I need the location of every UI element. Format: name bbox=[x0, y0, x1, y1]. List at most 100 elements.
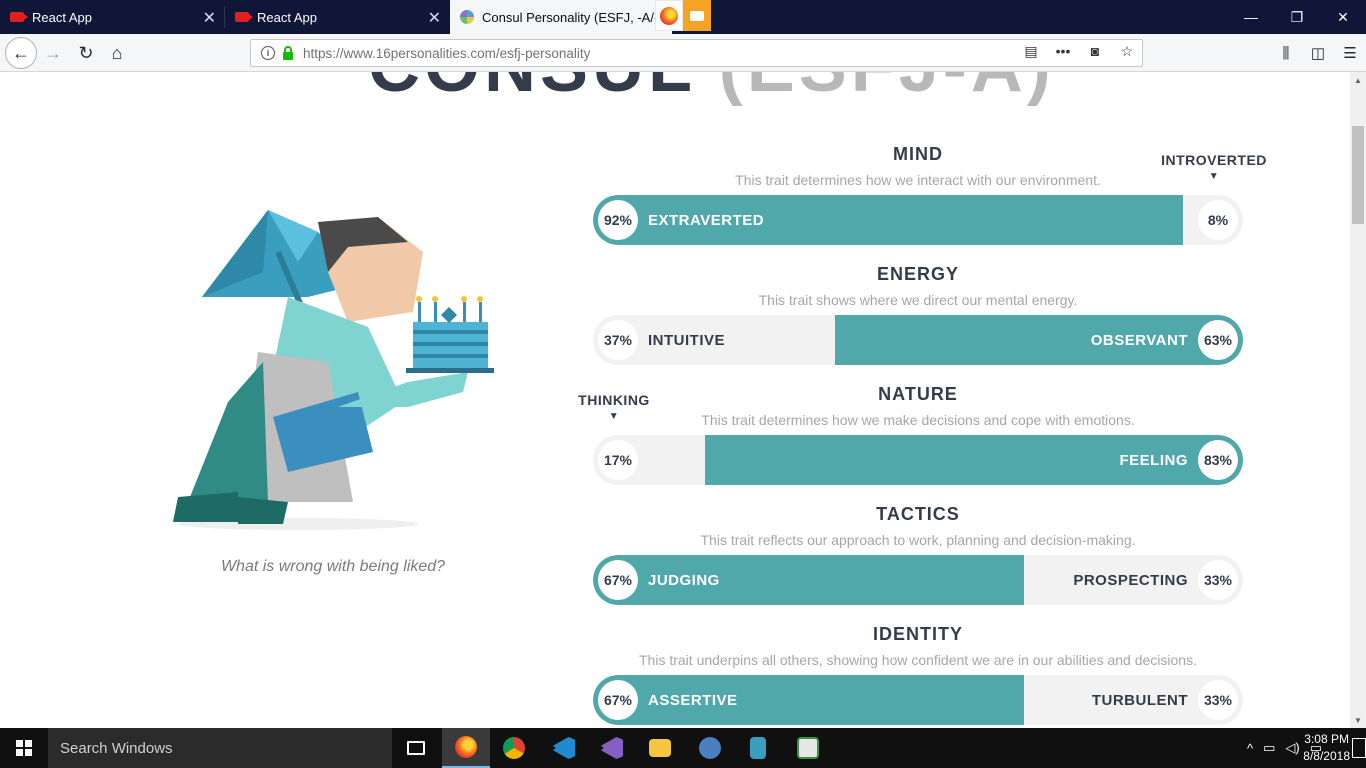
clock-date: 8/8/2018 bbox=[1303, 749, 1350, 763]
trait-label-left: EXTRAVERTED bbox=[648, 211, 765, 229]
trait-desc-tactics: This trait reflects our approach to work… bbox=[700, 532, 1136, 548]
info-icon[interactable]: i bbox=[261, 46, 275, 60]
firefox-icon[interactable] bbox=[655, 0, 683, 31]
tab-react-app-1[interactable]: React App ✕ bbox=[0, 0, 224, 34]
page-content: CONSUL (ESFJ-A) bbox=[0, 72, 1350, 728]
firefox-taskbar-icon[interactable] bbox=[442, 728, 490, 768]
scroll-thumb[interactable] bbox=[1352, 126, 1364, 224]
trait-label-right: TURBULENT bbox=[1091, 691, 1188, 709]
thunderbird-taskbar-icon[interactable] bbox=[686, 728, 734, 768]
task-view-icon[interactable] bbox=[392, 728, 440, 768]
close-icon[interactable]: ✕ bbox=[428, 8, 441, 28]
hamburger-menu-icon[interactable]: ☰ bbox=[1334, 38, 1366, 68]
window-controls: — ❐ ✕ bbox=[1228, 0, 1366, 34]
percent-badge-left: 92% bbox=[598, 200, 638, 240]
percent-badge-right: 63% bbox=[1198, 320, 1238, 360]
percent-badge-left: 67% bbox=[598, 680, 638, 720]
volume-icon[interactable]: ◁) bbox=[1285, 740, 1299, 756]
start-button[interactable] bbox=[0, 728, 48, 768]
trait-desc-identity: This trait underpins all others, showing… bbox=[639, 652, 1197, 668]
trait-bar-identity[interactable]: 67% ASSERTIVE TURBULENT 33% bbox=[593, 675, 1243, 725]
sidebar-icon[interactable]: ◫ bbox=[1302, 38, 1334, 68]
screen: React App ✕ React App ✕ Consul Personali… bbox=[0, 0, 1366, 768]
consul-illustration bbox=[173, 210, 494, 530]
windows-taskbar: Search Windows ^ ▭ ◁) ▭ 3:08 PM 8/8/2018 bbox=[0, 728, 1366, 768]
percent-badge-right: 33% bbox=[1198, 560, 1238, 600]
people-app-taskbar-icon[interactable] bbox=[734, 728, 782, 768]
clock-time: 3:08 PM bbox=[1304, 732, 1349, 746]
taskbar-search[interactable]: Search Windows bbox=[48, 728, 392, 768]
floating-app-icons bbox=[655, 0, 711, 31]
personality-quote: What is wrong with being liked? bbox=[220, 558, 446, 575]
scroll-up-arrow-icon[interactable]: ▲ bbox=[1350, 72, 1366, 88]
trait-label-right: OBSERVANT bbox=[1090, 331, 1188, 349]
bookmark-star-icon[interactable]: ☆ bbox=[1118, 43, 1136, 60]
trait-label-left: INTUITIVE bbox=[648, 331, 726, 349]
trait-desc-mind: This trait determines how we interact wi… bbox=[735, 172, 1101, 188]
close-icon[interactable]: ✕ bbox=[203, 8, 216, 28]
trait-title-mind: MIND bbox=[893, 144, 943, 164]
trait-desc-nature: This trait determines how we make decisi… bbox=[701, 412, 1135, 428]
trait-label-left: ASSERTIVE bbox=[648, 691, 738, 709]
vscode-taskbar-icon[interactable] bbox=[540, 728, 588, 768]
close-window-button[interactable]: ✕ bbox=[1320, 0, 1366, 34]
tab-label: React App bbox=[257, 9, 317, 25]
trait-label-left: JUDGING bbox=[648, 571, 720, 589]
video-camera-icon bbox=[10, 12, 28, 22]
network-icon[interactable]: ▭ bbox=[1263, 740, 1275, 756]
lock-icon bbox=[283, 45, 293, 60]
app-window-taskbar-icon[interactable] bbox=[784, 728, 832, 768]
chrome-taskbar-icon[interactable] bbox=[490, 728, 538, 768]
tab-consul-personality[interactable]: Consul Personality (ESFJ, -A/-T bbox=[450, 0, 672, 34]
trait-bar-nature[interactable]: 17% FEELING 83% bbox=[593, 435, 1243, 485]
home-icon[interactable]: ⌂ bbox=[102, 38, 132, 68]
back-arrow-icon[interactable]: ← bbox=[5, 37, 37, 69]
personality-type-code: (ESFJ-A) bbox=[719, 72, 1055, 107]
pocket-icon[interactable]: ◙ bbox=[1086, 43, 1104, 60]
personality-type-name: CONSUL bbox=[368, 72, 695, 107]
forward-arrow-icon[interactable]: → bbox=[38, 38, 68, 68]
percent-badge-left: 67% bbox=[598, 560, 638, 600]
percent-badge-right: 83% bbox=[1198, 440, 1238, 480]
windows-logo-icon bbox=[16, 740, 32, 756]
tab-react-app-2[interactable]: React App ✕ bbox=[225, 0, 449, 34]
video-camera-icon bbox=[235, 12, 253, 22]
address-bar[interactable]: i https://www.16personalities.com/esfj-p… bbox=[250, 39, 1143, 67]
percent-badge-left: 37% bbox=[598, 320, 638, 360]
file-explorer-taskbar-icon[interactable] bbox=[636, 728, 684, 768]
trait-title-tactics: TACTICS bbox=[876, 504, 960, 524]
taskbar-clock[interactable]: 3:08 PM 8/8/2018 bbox=[1303, 731, 1350, 765]
tab-label: React App bbox=[32, 9, 92, 25]
restore-button[interactable]: ❐ bbox=[1274, 0, 1320, 34]
library-icon[interactable]: ⫼ bbox=[1270, 38, 1302, 68]
url-text[interactable]: https://www.16personalities.com/esfj-per… bbox=[303, 46, 590, 61]
trait-desc-energy: This trait shows where we direct our men… bbox=[758, 292, 1078, 308]
browser-tab-strip: React App ✕ React App ✕ Consul Personali… bbox=[0, 0, 1366, 34]
notification-icon[interactable] bbox=[1352, 738, 1366, 758]
percent-badge-left: 17% bbox=[598, 440, 638, 480]
minimize-button[interactable]: — bbox=[1228, 0, 1274, 34]
percent-badge-right: 33% bbox=[1198, 680, 1238, 720]
trait-title-identity: IDENTITY bbox=[872, 624, 963, 644]
trait-label-right: PROSPECTING bbox=[1073, 571, 1188, 589]
reload-icon[interactable]: ↻ bbox=[71, 38, 101, 68]
scroll-down-arrow-icon[interactable]: ▼ bbox=[1350, 712, 1366, 728]
trait-bar-tactics[interactable]: 67% JUDGING PROSPECTING 33% bbox=[593, 555, 1243, 605]
side-label-text: INTROVERTED bbox=[1161, 152, 1267, 168]
trait-title-energy: ENERGY bbox=[876, 264, 960, 284]
tab-label: Consul Personality (ESFJ, -A/-T bbox=[482, 9, 667, 25]
percent-badge-right: 8% bbox=[1198, 200, 1238, 240]
trait-bar-energy[interactable]: 37% INTUITIVE OBSERVANT 63% bbox=[593, 315, 1243, 365]
trait-label-right: FEELING bbox=[1119, 451, 1188, 469]
page-scrollbar[interactable]: ▲ ▼ bbox=[1350, 72, 1366, 728]
chevron-up-icon[interactable]: ^ bbox=[1247, 741, 1253, 756]
reader-view-icon[interactable]: ▤ bbox=[1022, 43, 1040, 60]
page-actions-icon[interactable]: ••• bbox=[1054, 43, 1072, 60]
trait-bar-mind[interactable]: 92% EXTRAVERTED 8% bbox=[593, 195, 1243, 245]
navigation-toolbar: ← → ↻ ⌂ i https://www.16personalities.co… bbox=[0, 34, 1366, 72]
site-favicon-icon bbox=[460, 10, 474, 24]
visual-studio-taskbar-icon[interactable] bbox=[588, 728, 636, 768]
video-camera-icon[interactable] bbox=[683, 0, 711, 31]
trait-title-nature: NATURE bbox=[878, 384, 958, 404]
side-label-text: THINKING bbox=[578, 392, 650, 408]
